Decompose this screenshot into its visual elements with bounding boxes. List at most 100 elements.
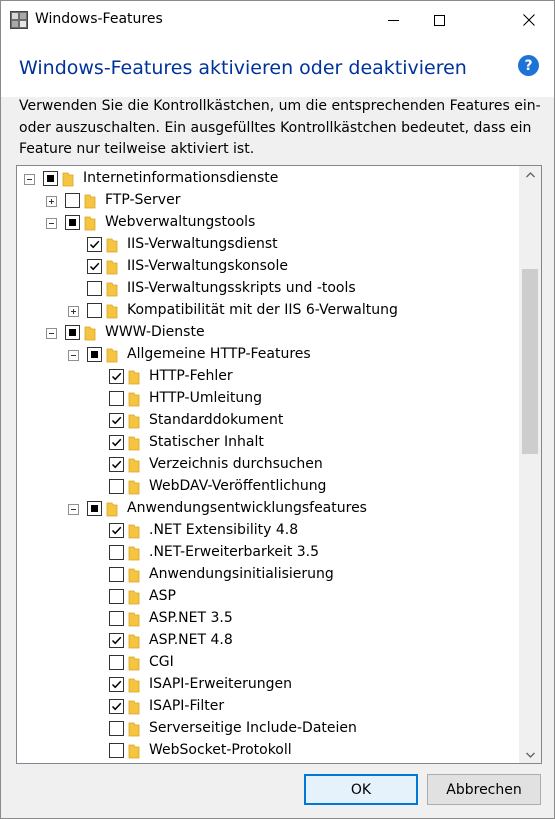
folder-icon: [62, 172, 74, 187]
checkmark-icon: [111, 372, 122, 381]
tree-item[interactable]: WWW-Dienste: [17, 322, 517, 344]
feature-checkbox[interactable]: [109, 699, 124, 714]
feature-checkbox[interactable]: [109, 567, 124, 582]
tree-item[interactable]: FTP-Server: [17, 190, 517, 212]
tree-item-label: Webverwaltungstools: [105, 214, 256, 230]
feature-checkbox[interactable]: [65, 193, 80, 208]
tree-item[interactable]: .NET Extensibility 4.8: [17, 520, 517, 542]
feature-checkbox[interactable]: [87, 259, 102, 274]
feature-checkbox[interactable]: [109, 479, 124, 494]
feature-checkbox[interactable]: [65, 215, 80, 230]
folder-icon: [128, 678, 140, 693]
tree-item[interactable]: WebDAV-Veröffentlichung: [17, 476, 517, 498]
folder-icon: [106, 348, 118, 363]
feature-checkbox[interactable]: [109, 523, 124, 538]
tree-scrollbar[interactable]: [519, 166, 541, 763]
feature-checkbox[interactable]: [109, 413, 124, 428]
tree-item[interactable]: Serverseitige Include-Dateien: [17, 718, 517, 740]
window-title: Windows-Features: [35, 11, 163, 27]
tree-item[interactable]: Anwendungsinitialisierung: [17, 564, 517, 586]
feature-checkbox[interactable]: [109, 721, 124, 736]
expand-icon[interactable]: [46, 196, 57, 207]
feature-checkbox[interactable]: [109, 457, 124, 472]
folder-icon: [128, 656, 140, 671]
feature-checkbox[interactable]: [87, 303, 102, 318]
feature-checkbox[interactable]: [109, 743, 124, 758]
tree-item[interactable]: IIS-Verwaltungsskripts und -tools: [17, 278, 517, 300]
feature-checkbox[interactable]: [87, 237, 102, 252]
tree-item-label: IIS-Verwaltungsskripts und -tools: [127, 280, 356, 296]
tree-item[interactable]: IIS-Verwaltungsdienst: [17, 234, 517, 256]
feature-checkbox[interactable]: [109, 655, 124, 670]
tree-item-label: FTP-Server: [105, 192, 181, 208]
tree-item[interactable]: Webverwaltungstools: [17, 212, 517, 234]
feature-checkbox[interactable]: [109, 369, 124, 384]
feature-checkbox[interactable]: [109, 435, 124, 450]
tree-item[interactable]: Verzeichnis durchsuchen: [17, 454, 517, 476]
close-button[interactable]: [506, 1, 552, 39]
feature-checkbox[interactable]: [109, 677, 124, 692]
tree-item-label: ASP.NET 4.8: [149, 632, 233, 648]
expand-icon[interactable]: [68, 306, 79, 317]
dialog-header: Windows-Features aktivieren oder deaktiv…: [1, 39, 554, 97]
ok-button[interactable]: OK: [304, 774, 418, 805]
feature-checkbox[interactable]: [109, 589, 124, 604]
tree-item[interactable]: Kompatibilität mit der IIS 6-Verwaltung: [17, 300, 517, 322]
tree-item[interactable]: Anwendungsentwicklungsfeatures: [17, 498, 517, 520]
feature-checkbox[interactable]: [109, 545, 124, 560]
collapse-icon[interactable]: [68, 504, 79, 515]
windows-features-dialog: Windows-Features Windows-Features aktivi…: [0, 0, 555, 819]
checkmark-icon: [111, 680, 122, 689]
tree-item[interactable]: Internetinformationsdienste: [17, 168, 517, 190]
collapse-icon[interactable]: [24, 174, 35, 185]
feature-tree[interactable]: Internetinformationsdienste FTP-Server Web…: [16, 165, 542, 764]
folder-icon: [84, 216, 96, 231]
tree-item[interactable]: ASP: [17, 586, 517, 608]
tree-item-label: ISAPI-Filter: [149, 698, 225, 714]
folder-icon: [128, 700, 140, 715]
tree-item[interactable]: Allgemeine HTTP-Features: [17, 344, 517, 366]
feature-checkbox[interactable]: [109, 633, 124, 648]
folder-icon: [128, 634, 140, 649]
collapse-icon[interactable]: [46, 218, 57, 229]
tree-item[interactable]: IIS-Verwaltungskonsole: [17, 256, 517, 278]
tree-item[interactable]: .NET-Erweiterbarkeit 3.5: [17, 542, 517, 564]
tree-item[interactable]: WebSocket-Protokoll: [17, 740, 517, 762]
cancel-button[interactable]: Abbrechen: [427, 774, 541, 805]
feature-checkbox[interactable]: [87, 347, 102, 362]
tree-item[interactable]: ASP.NET 4.8: [17, 630, 517, 652]
tree-item[interactable]: ISAPI-Erweiterungen: [17, 674, 517, 696]
feature-checkbox[interactable]: [109, 611, 124, 626]
tree-item-label: IIS-Verwaltungskonsole: [127, 258, 288, 274]
collapse-icon[interactable]: [46, 328, 57, 339]
tree-item[interactable]: HTTP-Umleitung: [17, 388, 517, 410]
minimize-button[interactable]: [370, 1, 416, 39]
tree-item[interactable]: ASP.NET 3.5: [17, 608, 517, 630]
tree-item[interactable]: Statischer Inhalt: [17, 432, 517, 454]
feature-checkbox[interactable]: [87, 501, 102, 516]
scroll-thumb[interactable]: [522, 269, 538, 454]
feature-checkbox[interactable]: [109, 391, 124, 406]
tree-item-label: Anwendungsentwicklungsfeatures: [127, 500, 367, 516]
tree-item[interactable]: HTTP-Fehler: [17, 366, 517, 388]
checkmark-icon: [111, 416, 122, 425]
scroll-down-button[interactable]: [519, 746, 541, 763]
feature-checkbox[interactable]: [87, 281, 102, 296]
collapse-icon[interactable]: [68, 350, 79, 361]
checkmark-icon: [89, 240, 100, 249]
scroll-up-button[interactable]: [519, 166, 541, 183]
folder-icon: [128, 524, 140, 539]
checkmark-icon: [111, 636, 122, 645]
tree-item[interactable]: ISAPI-Filter: [17, 696, 517, 718]
feature-checkbox[interactable]: [65, 325, 80, 340]
tree-item[interactable]: CGI: [17, 652, 517, 674]
help-icon[interactable]: ?: [518, 55, 539, 76]
folder-icon: [128, 392, 140, 407]
maximize-button[interactable]: [416, 1, 462, 39]
folder-icon: [128, 480, 140, 495]
feature-checkbox[interactable]: [43, 171, 58, 186]
tree-item-label: WebSocket-Protokoll: [149, 742, 292, 758]
tree-item-label: ASP.NET 3.5: [149, 610, 233, 626]
tree-item[interactable]: Standarddokument: [17, 410, 517, 432]
folder-icon: [106, 260, 118, 275]
